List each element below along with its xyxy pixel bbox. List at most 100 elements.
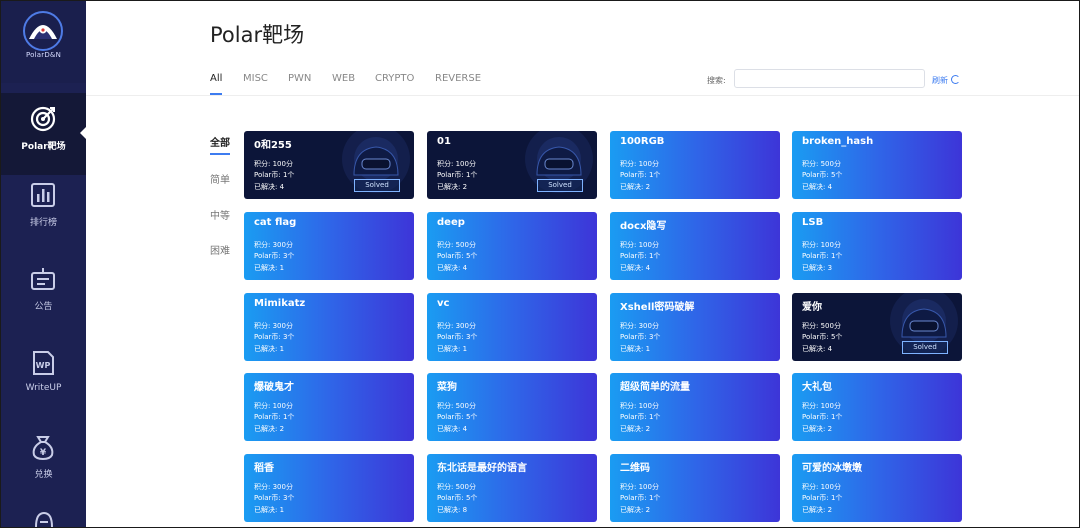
challenge-coins: Polar币: 1个 <box>802 252 843 260</box>
challenge-coins: Polar币: 3个 <box>254 252 295 260</box>
challenge-score: 积分: 100分 <box>254 160 293 168</box>
challenge-solved-count: 已解决: 4 <box>437 425 468 433</box>
svg-text:WP: WP <box>36 361 51 370</box>
challenge-card[interactable]: 大礼包 积分: 100分 Polar币: 1个 已解决: 2 <box>792 373 962 441</box>
challenge-card[interactable]: Mimikatz 积分: 300分 Polar币: 3个 已解决: 1 <box>244 293 414 361</box>
filter-hard[interactable]: 困难 <box>210 242 230 257</box>
challenge-score: 积分: 100分 <box>802 402 841 410</box>
challenge-card[interactable]: broken_hash 积分: 500分 Polar币: 5个 已解决: 4 <box>792 131 962 199</box>
polar-logo-icon <box>23 11 63 51</box>
challenge-score: 积分: 500分 <box>437 241 476 249</box>
challenge-card[interactable]: 超级简单的流量 积分: 100分 Polar币: 1个 已解决: 2 <box>610 373 780 441</box>
tab-pwn[interactable]: PWN <box>288 73 311 95</box>
challenge-title: Xshell密码破解 <box>620 302 695 313</box>
search-input[interactable] <box>734 69 925 88</box>
sidebar-item-writeup[interactable]: WP WriteUP <box>1 337 86 419</box>
challenge-card[interactable]: 菜狗 积分: 500分 Polar币: 5个 已解决: 4 <box>427 373 597 441</box>
challenge-score: 积分: 100分 <box>620 160 659 168</box>
challenge-solved-count: 已解决: 8 <box>437 506 468 514</box>
filter-medium[interactable]: 中等 <box>210 207 230 222</box>
challenge-card[interactable]: cat flag 积分: 300分 Polar币: 3个 已解决: 1 <box>244 212 414 280</box>
tab-misc[interactable]: MISC <box>243 73 268 95</box>
challenge-title: 大礼包 <box>802 382 832 393</box>
search-label: 搜索: <box>707 76 726 85</box>
challenge-card[interactable]: vc 积分: 300分 Polar币: 3个 已解决: 1 <box>427 293 597 361</box>
challenge-card[interactable]: 可爱的冰墩墩 积分: 100分 Polar币: 1个 已解决: 2 <box>792 454 962 522</box>
challenge-title: 二维码 <box>620 463 650 474</box>
challenge-title: 超级简单的流量 <box>620 382 690 393</box>
challenge-solved-count: 已解决: 2 <box>620 506 651 514</box>
challenge-solved-count: 已解决: 2 <box>254 425 285 433</box>
solved-badge: Solved <box>902 341 948 354</box>
challenge-score: 积分: 300分 <box>254 483 293 491</box>
challenge-score: 积分: 100分 <box>254 402 293 410</box>
challenge-title: 100RGB <box>620 136 665 147</box>
challenge-score: 积分: 100分 <box>802 241 841 249</box>
challenge-solved-count: 已解决: 2 <box>620 183 651 191</box>
challenge-card[interactable]: 0和255 积分: 100分 Polar币: 1个 已解决: 4 Solved <box>244 131 414 199</box>
sidebar-item-polar-range[interactable]: Polar靶场 <box>1 93 86 175</box>
challenge-solved-count: 已解决: 2 <box>620 425 651 433</box>
challenge-solved-count: 已解决: 4 <box>437 264 468 272</box>
sidebar-item-announcement[interactable]: 公告 <box>1 253 86 335</box>
challenge-score: 积分: 300分 <box>254 241 293 249</box>
challenge-card[interactable]: 二维码 积分: 100分 Polar币: 1个 已解决: 2 <box>610 454 780 522</box>
challenge-coins: Polar币: 5个 <box>437 494 478 502</box>
refresh-icon <box>951 75 960 84</box>
bar-chart-icon <box>31 183 55 207</box>
challenge-score: 积分: 100分 <box>620 402 659 410</box>
filter-all[interactable]: 全部 <box>210 134 230 155</box>
tab-all[interactable]: All <box>210 73 223 95</box>
challenge-solved-count: 已解决: 2 <box>437 183 468 191</box>
challenge-title: vc <box>437 298 450 309</box>
challenge-solved-count: 已解决: 2 <box>802 506 833 514</box>
challenge-solved-count: 已解决: 3 <box>802 264 833 272</box>
challenge-coins: Polar币: 3个 <box>437 333 478 341</box>
challenge-title: Mimikatz <box>254 298 306 309</box>
app-frame: PolarD&N Polar靶场 排行榜 公告 WP WriteUP ¥ 兑换 … <box>0 0 1080 528</box>
challenge-coins: Polar币: 1个 <box>254 171 295 179</box>
challenge-score: 积分: 100分 <box>620 241 659 249</box>
challenge-title: 东北话是最好的语言 <box>437 463 527 474</box>
challenge-title: broken_hash <box>802 136 874 147</box>
writeup-icon: WP <box>33 351 54 375</box>
challenge-score: 积分: 100分 <box>802 483 841 491</box>
challenge-title: 可爱的冰墩墩 <box>802 463 862 474</box>
refresh-button[interactable]: 刷新 <box>932 75 960 86</box>
more-nav-icon <box>35 511 53 527</box>
challenge-card[interactable]: 东北话是最好的语言 积分: 500分 Polar币: 5个 已解决: 8 <box>427 454 597 522</box>
challenge-coins: Polar币: 1个 <box>437 171 478 179</box>
tab-reverse[interactable]: REVERSE <box>435 73 481 95</box>
challenge-solved-count: 已解决: 1 <box>254 264 285 272</box>
challenge-card[interactable]: 爱你 积分: 500分 Polar币: 5个 已解决: 4 Solved <box>792 293 962 361</box>
tab-web[interactable]: WEB <box>332 73 355 95</box>
challenge-solved-count: 已解决: 1 <box>254 506 285 514</box>
challenge-solved-count: 已解决: 4 <box>802 183 833 191</box>
challenge-score: 积分: 500分 <box>437 483 476 491</box>
sidebar-item-label: WriteUP <box>25 383 62 393</box>
challenge-card[interactable]: LSB 积分: 100分 Polar币: 1个 已解决: 3 <box>792 212 962 280</box>
filter-easy[interactable]: 简单 <box>210 171 230 186</box>
challenge-card[interactable]: Xshell密码破解 积分: 300分 Polar币: 3个 已解决: 1 <box>610 293 780 361</box>
challenge-card[interactable]: 01 积分: 100分 Polar币: 1个 已解决: 2 Solved <box>427 131 597 199</box>
challenge-solved-count: 已解决: 4 <box>802 345 833 353</box>
challenge-title: LSB <box>802 217 824 228</box>
sidebar-item-label: 排行榜 <box>29 218 57 228</box>
challenge-coins: Polar币: 1个 <box>254 413 295 421</box>
challenge-coins: Polar币: 1个 <box>620 252 661 260</box>
challenge-coins: Polar币: 5个 <box>802 333 843 341</box>
tab-crypto[interactable]: CRYPTO <box>375 73 414 95</box>
challenge-score: 积分: 500分 <box>802 322 841 330</box>
sidebar-item-leaderboard[interactable]: 排行榜 <box>1 169 86 251</box>
challenge-card[interactable]: 稻香 积分: 300分 Polar币: 3个 已解决: 1 <box>244 454 414 522</box>
challenge-card[interactable]: docx隐写 积分: 100分 Polar币: 1个 已解决: 4 <box>610 212 780 280</box>
challenge-card[interactable]: deep 积分: 500分 Polar币: 5个 已解决: 4 <box>427 212 597 280</box>
challenge-card[interactable]: 100RGB 积分: 100分 Polar币: 1个 已解决: 2 <box>610 131 780 199</box>
announcement-icon <box>31 268 55 290</box>
solved-badge: Solved <box>537 179 583 192</box>
sidebar-item-exchange[interactable]: ¥ 兑换 <box>1 421 86 503</box>
logo[interactable]: PolarD&N <box>1 1 86 83</box>
solved-badge: Solved <box>354 179 400 192</box>
challenge-card[interactable]: 爆破鬼才 积分: 100分 Polar币: 1个 已解决: 2 <box>244 373 414 441</box>
challenge-score: 积分: 300分 <box>437 322 476 330</box>
